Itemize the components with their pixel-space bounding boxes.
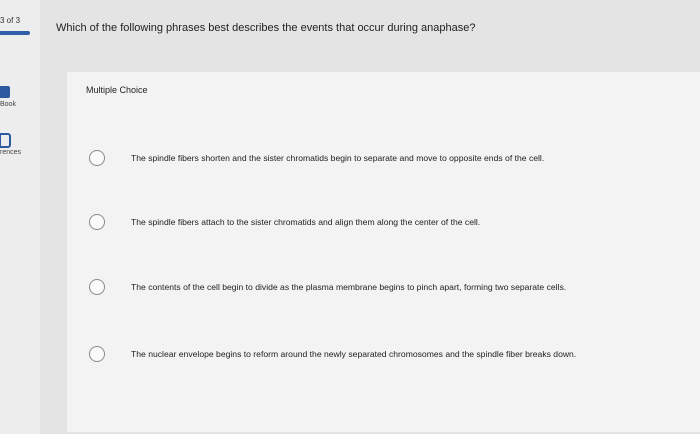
choice-option-3[interactable]: The contents of the cell begin to divide…: [89, 276, 566, 298]
radio-button[interactable]: [89, 279, 105, 295]
choice-text: The spindle fibers attach to the sister …: [131, 217, 481, 227]
question-counter: 3 of 3: [0, 16, 21, 25]
choice-text: The contents of the cell begin to divide…: [131, 282, 567, 292]
question-type-label: Multiple Choice: [86, 85, 148, 95]
book-label[interactable]: Book: [0, 101, 16, 108]
choice-option-4[interactable]: The nuclear envelope begins to reform ar…: [89, 343, 576, 365]
question-text: Which of the following phrases best desc…: [56, 22, 476, 34]
radio-button[interactable]: [89, 346, 105, 362]
left-rail: 3 of 3 Book rences: [0, 0, 40, 434]
choice-option-2[interactable]: The spindle fibers attach to the sister …: [89, 211, 480, 233]
answer-card: [67, 72, 700, 432]
choice-text: The spindle fibers shorten and the siste…: [131, 153, 545, 163]
choice-option-1[interactable]: The spindle fibers shorten and the siste…: [89, 147, 544, 169]
choice-text: The nuclear envelope begins to reform ar…: [131, 349, 577, 359]
radio-button[interactable]: [89, 214, 105, 230]
references-icon[interactable]: [0, 133, 11, 148]
book-icon[interactable]: [0, 86, 10, 98]
progress-bar: [0, 31, 30, 35]
references-label[interactable]: rences: [0, 149, 21, 156]
radio-button[interactable]: [89, 150, 105, 166]
